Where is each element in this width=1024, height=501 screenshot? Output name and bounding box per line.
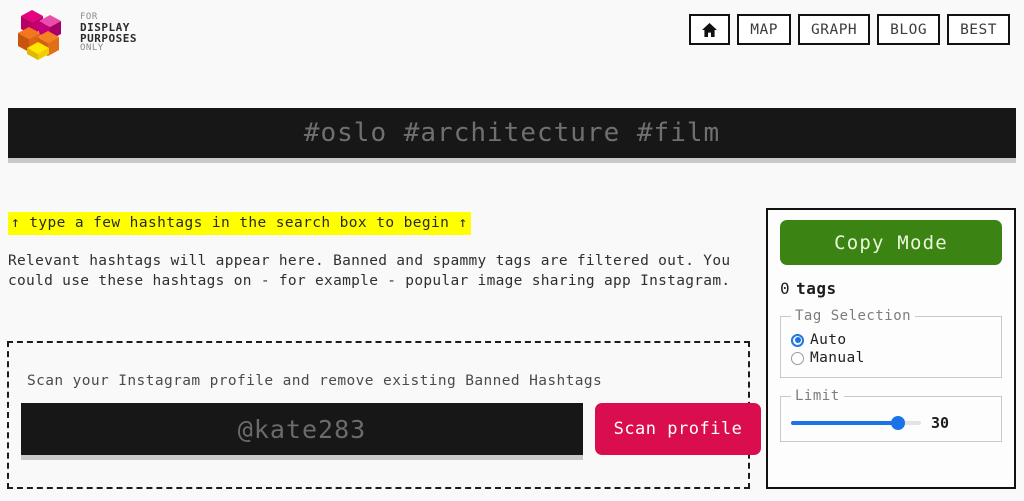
scan-profile-label: Scan your Instagram profile and remove e… <box>27 373 603 389</box>
tag-count-word: tags <box>796 279 837 298</box>
scan-profile-row: @kate283 Scan profile <box>21 403 761 455</box>
tag-selection-manual[interactable]: Manual <box>791 350 991 366</box>
nav-best-button[interactable]: BEST <box>947 14 1010 45</box>
tag-options-panel: Copy Mode 0 tags Tag Selection Auto Manua… <box>766 208 1016 489</box>
instagram-username-placeholder: @kate283 <box>237 414 367 444</box>
home-icon <box>702 22 718 37</box>
limit-slider-row: 30 <box>791 414 991 432</box>
tag-selection-group: Tag Selection Auto Manual <box>780 308 1002 378</box>
hashtag-search-input[interactable]: #oslo #architecture #film <box>8 108 1016 158</box>
logo-line-4: ONLY <box>80 43 104 54</box>
limit-slider-thumb[interactable] <box>891 416 905 430</box>
limit-slider[interactable] <box>791 416 921 430</box>
nav-home-button[interactable] <box>689 14 731 45</box>
page-root: FOR DISPLAY PURPOSES ONLY MAP GRAPH BLOG… <box>0 0 1024 501</box>
tag-selection-manual-label: Manual <box>810 350 865 366</box>
main-navigation: MAP GRAPH BLOG BEST <box>689 14 1010 45</box>
nav-blog-button[interactable]: BLOG <box>877 14 941 45</box>
nav-map-button[interactable]: MAP <box>737 14 791 45</box>
scan-profile-button[interactable]: Scan profile <box>595 403 761 455</box>
results-column: ↑ type a few hashtags in the search box … <box>8 212 756 291</box>
begin-hint: ↑ type a few hashtags in the search box … <box>8 212 471 235</box>
radio-auto-icon[interactable] <box>791 333 804 347</box>
tag-count: 0 tags <box>780 279 1002 298</box>
tag-selection-legend: Tag Selection <box>795 308 912 324</box>
tag-selection-auto-label: Auto <box>810 332 847 348</box>
site-logo[interactable]: FOR DISPLAY PURPOSES ONLY <box>18 6 137 60</box>
results-description: Relevant hashtags will appear here. Bann… <box>8 253 731 289</box>
limit-slider-fill <box>791 421 899 425</box>
tag-selection-auto[interactable]: Auto <box>791 332 991 348</box>
copy-mode-button[interactable]: Copy Mode <box>780 220 1002 265</box>
nav-graph-button[interactable]: GRAPH <box>798 14 871 45</box>
site-header: FOR DISPLAY PURPOSES ONLY MAP GRAPH BLOG… <box>0 0 1024 66</box>
logo-cubes-icon <box>18 10 61 60</box>
logo-wordmark: FOR DISPLAY PURPOSES ONLY <box>80 12 137 54</box>
radio-manual-icon[interactable] <box>791 351 804 365</box>
limit-legend: Limit <box>795 388 840 404</box>
limit-group: Limit 30 <box>780 388 1002 442</box>
scan-profile-panel: Scan your Instagram profile and remove e… <box>7 341 761 489</box>
hashtag-search-placeholder: #oslo #architecture #film <box>303 118 721 148</box>
instagram-username-input[interactable]: @kate283 <box>21 403 583 455</box>
tag-count-number: 0 <box>780 279 791 298</box>
limit-value: 30 <box>931 414 950 432</box>
